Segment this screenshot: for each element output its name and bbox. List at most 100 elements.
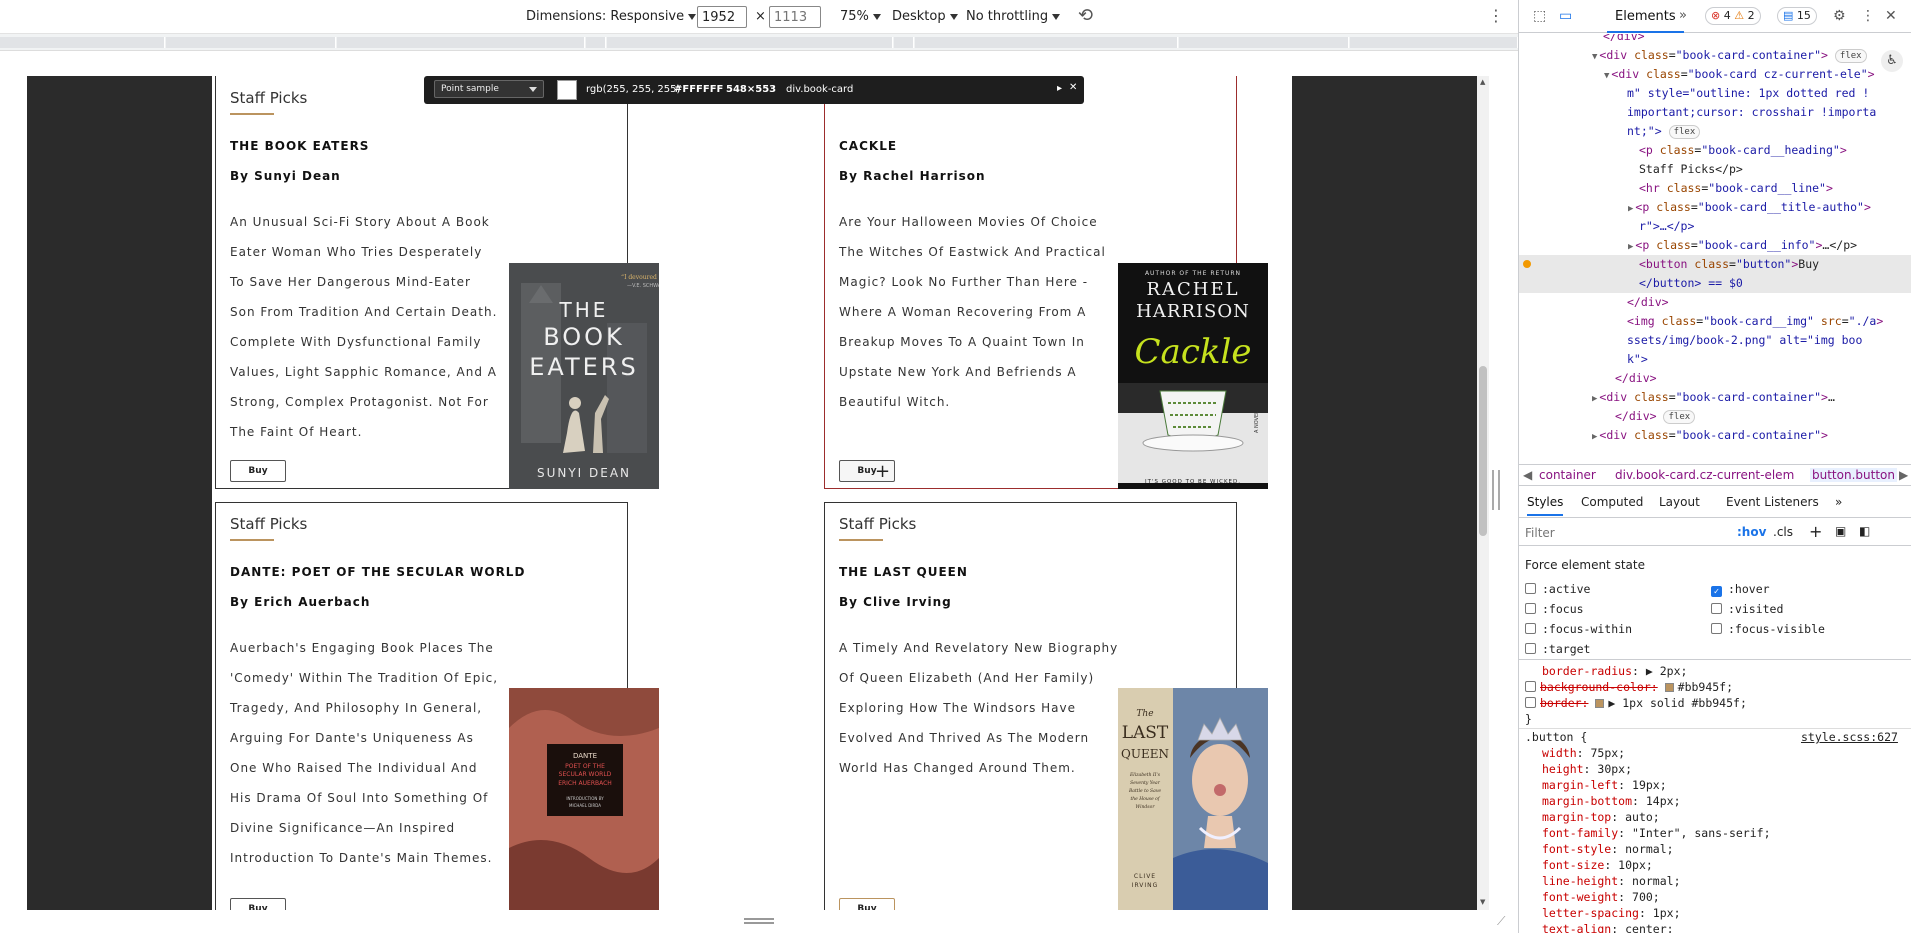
style-declaration[interactable]: margin-bottom: 14px; [1542,794,1681,810]
media-query-segment[interactable] [337,37,585,48]
buy-button[interactable]: Buy [230,898,286,910]
dom-node-line[interactable]: </div> [1615,369,1657,388]
resize-handle-right[interactable] [1492,470,1500,510]
resize-corner-icon[interactable]: ⟋ [1497,914,1505,929]
sidebar-toggle-icon[interactable]: ◧ [1859,524,1870,538]
device-toggle-icon[interactable]: ▭ [1559,8,1572,24]
dom-node-line[interactable]: m" style="outline: 1px dotted red ! [1627,84,1869,103]
accessibility-icon[interactable]: ♿ [1881,50,1903,72]
rule-selector[interactable]: .button { [1525,730,1587,746]
dom-node-line[interactable]: <img class="book-card__img" src="./a> [1627,312,1883,331]
tab-styles[interactable]: Styles [1527,495,1564,516]
flex-badge[interactable]: flex [1834,48,1867,63]
buy-button[interactable]: Buy [230,460,286,482]
style-declaration[interactable]: font-style: normal; [1542,842,1674,858]
dom-node-line[interactable]: k"> [1627,350,1648,369]
hov-toggle[interactable]: :hov [1737,525,1766,539]
style-declaration[interactable]: background-color: #bb945f; [1525,680,1733,696]
media-query-segment[interactable] [0,37,165,48]
media-query-segment[interactable] [586,37,606,48]
checkbox-icon[interactable] [1525,697,1536,708]
state-focus-checkbox[interactable]: :focus [1525,602,1584,616]
device-dropdown[interactable]: Desktop [892,9,958,24]
state-focus-visible-checkbox[interactable]: :focus-visible [1711,622,1825,636]
dom-node-line[interactable]: ▼ <div class="book-card cz-current-ele"> [1604,65,1875,86]
expand-triangle-icon[interactable]: ▶ [1628,204,1633,214]
dom-node-line[interactable]: important;cursor: crosshair !importa [1627,103,1876,122]
error-badge[interactable]: ⊗ 4 ⚠ 2 [1705,7,1761,25]
dom-node-line[interactable]: ▼ <div class="book-card-container"> flex [1592,46,1867,67]
dom-node-line[interactable]: </div> [1627,293,1669,312]
state-target-checkbox[interactable]: :target [1525,642,1590,656]
rotate-icon[interactable]: ⟲ [1078,5,1093,26]
expand-triangle-icon[interactable]: ▼ [1604,71,1609,81]
breadcrumb-scroll-right-icon[interactable]: ▶ [1899,468,1908,482]
state-active-checkbox[interactable]: :active [1525,582,1590,596]
expand-icon[interactable]: ▸ [1057,83,1062,94]
state-focus-within-checkbox[interactable]: :focus-within [1525,622,1632,636]
expand-triangle-icon[interactable]: ▼ [1592,52,1597,62]
expand-triangle-icon[interactable]: ▶ [1592,432,1597,442]
more-tabs-icon[interactable]: » [1835,495,1842,509]
filter-input[interactable] [1525,523,1725,542]
tab-computed[interactable]: Computed [1581,495,1643,509]
dom-node-line[interactable]: </div> flex [1615,407,1696,426]
breadcrumb-item[interactable]: container [1539,468,1596,482]
dom-node-line[interactable]: ssets/img/book-2.png" alt="img boo [1627,331,1862,350]
style-declaration[interactable]: height: 30px; [1542,762,1632,778]
gear-icon[interactable]: ⚙ [1833,8,1846,24]
breadcrumb-item[interactable]: button.button [1810,468,1897,482]
dom-node-line[interactable]: ▶ <p class="book-card__info">…</p> [1628,236,1857,257]
resize-handle-bottom[interactable] [744,918,774,924]
media-query-segment[interactable] [1179,37,1349,48]
tab-elements[interactable]: Elements [1607,0,1684,33]
messages-badge[interactable]: ▤ 15 [1777,7,1817,25]
zoom-dropdown[interactable]: 75% [840,9,881,24]
dom-node-line[interactable]: </div> [1603,34,1645,46]
style-declaration[interactable]: text-align: center; [1542,922,1674,933]
state-hover-checkbox[interactable]: ✓:hover [1711,582,1770,597]
dom-node-line[interactable]: </button> == $0 [1639,274,1743,293]
state-visited-checkbox[interactable]: :visited [1711,602,1783,616]
dom-node-line[interactable]: <hr class="book-card__line"> [1639,179,1833,198]
checkbox-icon[interactable] [1525,681,1536,692]
flex-badge[interactable]: flex [1668,124,1701,139]
breadcrumb-item[interactable]: div.book-card.cz-current-elem [1615,468,1794,482]
style-declaration[interactable]: margin-top: auto; [1542,810,1660,826]
more-options-icon[interactable]: ⋮ [1861,8,1875,24]
paint-icon[interactable]: ▣ [1835,524,1846,538]
dom-tree[interactable]: </div> ▼ <div class="book-card-container">… [1519,34,1911,464]
cls-toggle[interactable]: .cls [1773,525,1793,539]
media-query-segment[interactable] [915,37,1178,48]
style-declaration[interactable]: font-family: "Inter", sans-serif; [1542,826,1771,842]
expand-triangle-icon[interactable]: ▶ [1592,394,1597,404]
scroll-down-icon[interactable]: ▼ [1480,898,1485,906]
rule-source-link[interactable]: style.scss:627 [1801,730,1898,746]
media-query-segment[interactable] [1350,37,1518,48]
color-swatch[interactable] [1595,699,1605,708]
dom-node-line[interactable]: <p class="book-card__heading"> [1639,141,1847,160]
dom-node-line[interactable]: Staff Picks</p> [1639,160,1743,179]
dom-node-line[interactable]: ▶ <p class="book-card__title-autho"> [1628,198,1871,219]
style-declaration[interactable]: font-weight: 700; [1542,890,1660,906]
more-tabs-icon[interactable]: » [1679,8,1687,23]
scrollbar-thumb[interactable] [1479,366,1487,536]
expand-triangle-icon[interactable]: ▶ [1628,242,1633,252]
more-options-icon[interactable]: ⋮ [1488,6,1504,25]
breadcrumb-scroll-left-icon[interactable]: ◀ [1523,468,1532,482]
color-swatch[interactable] [1664,683,1674,692]
tab-layout[interactable]: Layout [1659,495,1700,509]
point-sample-select[interactable]: Point sample [434,80,544,98]
styles-pane[interactable]: border-radius: ▶ 2px; background-color: #… [1519,662,1911,933]
dom-node-line[interactable]: nt;"> flex [1627,122,1701,141]
throttling-dropdown[interactable]: No throttling [966,9,1061,24]
style-declaration[interactable]: width: 75px; [1542,746,1625,762]
width-input[interactable] [697,6,747,28]
style-declaration[interactable]: margin-left: 19px; [1542,778,1667,794]
media-query-bar[interactable] [0,34,1518,51]
style-declaration[interactable]: font-size: 10px; [1542,858,1653,874]
inspect-icon[interactable]: ⬚ [1533,8,1546,24]
dom-node-line[interactable]: <button class="button">Buy [1639,255,1819,274]
dimensions-dropdown[interactable]: Dimensions: Responsive [526,9,697,24]
style-declaration[interactable]: border: ▶ 1px solid #bb945f; [1525,696,1747,712]
